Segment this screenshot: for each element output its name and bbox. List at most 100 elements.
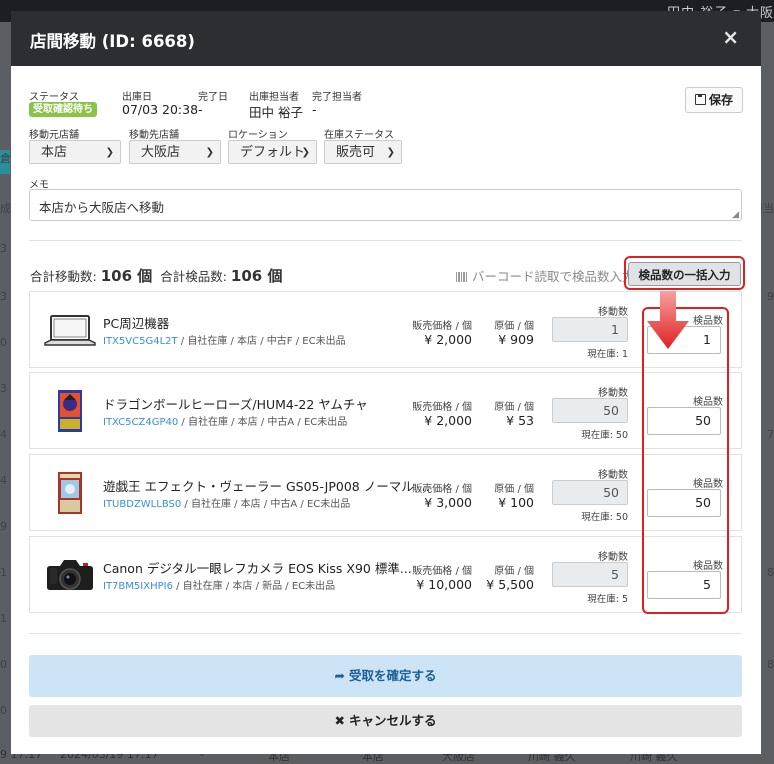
background-fragment: 7: [767, 428, 774, 441]
to-store-label: 移動先店舗: [129, 130, 179, 141]
list-item: 遊戯王 エフェクト・ヴェーラー GS05-JP008 ノーマル ... ITUB…: [29, 454, 742, 531]
ship-person-value: 田中 裕子: [249, 105, 303, 120]
background-fragment: 3: [0, 290, 7, 303]
product-name: 遊戯王 エフェクト・ヴェーラー GS05-JP008 ノーマル ...: [103, 479, 430, 494]
price-value: ¥ 10,000: [416, 577, 472, 592]
ship-date-value: 07/03 20:38: [122, 102, 199, 117]
chevron-down-icon: ❯: [105, 147, 114, 158]
divider: [29, 240, 742, 241]
background-fragment: 1: [0, 566, 7, 579]
close-icon: ✖: [334, 713, 345, 728]
cost-value: ¥ 909: [498, 332, 534, 347]
confirm-label: 受取を確定する: [348, 668, 437, 683]
cost-value: ¥ 5,500: [486, 577, 534, 592]
save-label: 保存: [708, 93, 733, 107]
share-arrow-icon: ➦: [334, 668, 345, 683]
background-fragment: 8: [767, 566, 774, 579]
ship-person-label: 出庫担当者: [249, 92, 299, 103]
current-stock: 現在庫: 50: [581, 430, 628, 441]
price-label: 販売価格 / 個: [412, 402, 472, 413]
memo-value: 本店から大阪店へ移動: [39, 200, 165, 215]
move-qty-label: 移動数: [598, 388, 628, 399]
location-label: ロケーション: [228, 130, 288, 141]
product-name: PC周辺機器: [103, 316, 170, 331]
cost-label: 原価 / 個: [494, 566, 534, 577]
cost-label: 原価 / 個: [494, 484, 534, 495]
cost-label: 原価 / 個: [494, 402, 534, 413]
cancel-label: キャンセルする: [348, 713, 437, 728]
background-fragment: 9: [0, 520, 7, 533]
ship-date-label: 出庫日: [122, 92, 152, 103]
complete-date-label: 完了日: [198, 92, 228, 103]
laptop-icon: [42, 309, 98, 351]
save-button[interactable]: 保存: [685, 87, 743, 113]
list-item: Canon デジタル一眼レフカメラ EOS Kiss X90 標準... IT7…: [29, 536, 742, 613]
product-code-link[interactable]: ITX5VC5G4L2T: [103, 336, 178, 347]
background-fragment: 0: [0, 336, 7, 349]
list-item: PC周辺機器 ITX5VC5G4L2T / 自社在庫 / 本店 / 中古F / …: [29, 291, 742, 368]
chevron-down-icon: ❯: [301, 147, 310, 158]
confirm-receipt-button[interactable]: ➦ 受取を確定する: [29, 655, 742, 697]
barcode-label: バーコード読取で検品数入力: [472, 269, 635, 284]
list-item: ドラゴンボールヒーローズ/HUM4-22 ヤムチャ ITXC5CZ4GP40 /…: [29, 372, 742, 449]
divider: [29, 633, 742, 634]
total-move-label: 合計移動数:: [30, 269, 97, 284]
totals-summary: 合計移動数: 106 個 合計検品数: 106 個: [30, 265, 282, 286]
stock-status-value: 販売可: [336, 145, 376, 160]
memo-textarea[interactable]: 本店から大阪店へ移動 ◢: [29, 189, 742, 221]
background-fragment: 4: [0, 428, 7, 441]
barcode-input-link[interactable]: バーコード読取で検品数入力: [456, 266, 635, 285]
move-qty-label: 移動数: [598, 470, 628, 481]
location-value: デフォルト: [240, 145, 306, 160]
to-store-select[interactable]: 大阪店 ❯: [129, 140, 221, 164]
background-fragment: 0: [0, 658, 7, 671]
price-label: 販売価格 / 個: [412, 566, 472, 577]
status-badge: 受取確認待ち: [29, 102, 97, 117]
arrow-down-icon: [647, 291, 689, 349]
move-qty-label: 移動数: [598, 552, 628, 563]
background-fragment: 成: [0, 202, 11, 215]
product-attributes: / 自社在庫 / 本店 / 中古A / EC未出品: [181, 499, 351, 510]
current-stock: 現在庫: 50: [581, 512, 628, 523]
close-icon[interactable]: ×: [722, 25, 739, 49]
camera-icon: [42, 554, 98, 596]
product-meta: IT7BM5IXHPI6 / 自社在庫 / 本店 / 新品 / EC未出品: [103, 577, 335, 592]
total-move-value: 106 個: [100, 267, 153, 285]
move-qty-label: 移動数: [598, 307, 628, 318]
cost-value: ¥ 100: [498, 495, 534, 510]
price-label: 販売価格 / 個: [412, 484, 472, 495]
inspect-column-highlight: [642, 307, 729, 614]
current-stock: 現在庫: 5: [587, 594, 628, 605]
product-code-link[interactable]: ITUBDZWLLBS0: [103, 499, 181, 510]
product-attributes: / 自社在庫 / 本店 / 中古F / EC未出品: [177, 336, 346, 347]
background-fragment: 4: [0, 474, 7, 487]
status-label: ステータス: [29, 92, 79, 103]
product-meta: ITUBDZWLLBS0 / 自社在庫 / 本店 / 中古A / EC未出品: [103, 495, 350, 510]
cost-label: 原価 / 個: [494, 321, 534, 332]
trading-card-icon: [42, 472, 98, 514]
move-qty-field: 50: [552, 480, 628, 505]
cancel-button[interactable]: ✖ キャンセルする: [29, 705, 742, 737]
background-fragment: 3: [0, 382, 7, 395]
product-code-link[interactable]: ITXC5CZ4GP40: [103, 417, 178, 428]
current-stock: 現在庫: 1: [587, 349, 628, 360]
complete-person-label: 完了担当者: [312, 92, 362, 103]
price-value: ¥ 2,000: [424, 332, 472, 347]
product-meta: ITX5VC5G4L2T / 自社在庫 / 本店 / 中古F / EC未出品: [103, 332, 346, 347]
move-qty-field: 1: [552, 317, 628, 342]
background-fragment: 9: [767, 290, 774, 303]
background-fragment: 0: [0, 704, 7, 717]
stock-status-select[interactable]: 販売可 ❯: [324, 140, 402, 164]
bulk-inspect-button[interactable]: 検品数の一括入力: [628, 262, 741, 286]
move-qty-field: 50: [552, 398, 628, 423]
resize-grip-icon[interactable]: ◢: [732, 210, 739, 220]
cost-value: ¥ 53: [506, 413, 534, 428]
price-value: ¥ 2,000: [424, 413, 472, 428]
background-fragment: 1: [0, 612, 7, 625]
background-fragment: 倉: [0, 152, 11, 165]
location-select[interactable]: デフォルト ❯: [228, 140, 317, 164]
from-store-select[interactable]: 本店 ❯: [29, 140, 121, 164]
modal-title: 店間移動 (ID: 6668): [30, 32, 195, 51]
product-code-link[interactable]: IT7BM5IXHPI6: [103, 581, 173, 592]
product-meta: ITXC5CZ4GP40 / 自社在庫 / 本店 / 中古A / EC未出品: [103, 413, 347, 428]
